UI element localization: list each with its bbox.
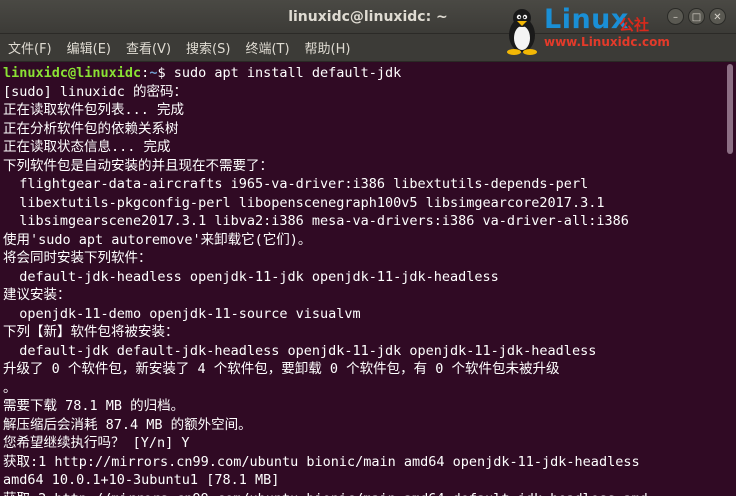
- menu-terminal[interactable]: 终端(T): [245, 38, 289, 57]
- logo-cn-text: 公社: [619, 16, 650, 34]
- menu-help[interactable]: 帮助(H): [305, 38, 351, 57]
- output-line: 获取:2 http://mirrors.cn99.com/ubuntu bion…: [3, 490, 722, 496]
- prompt-user: linuxidc@linuxidc: [3, 65, 142, 81]
- output-line: 正在分析软件包的依赖关系树: [3, 120, 179, 137]
- output-line: 使用'sudo apt autoremove'来卸载它(它们)。: [3, 231, 312, 248]
- scrollbar[interactable]: [722, 62, 736, 496]
- output-line: 升级了 0 个软件包，新安装了 4 个软件包，要卸载 0 个软件包，有 0 个软…: [3, 361, 560, 377]
- output-line: 正在读取软件包列表... 完成: [3, 102, 185, 118]
- scrollbar-thumb[interactable]: [727, 64, 733, 154]
- maximize-button[interactable]: □: [688, 8, 705, 25]
- prompt-end: $: [157, 65, 174, 81]
- output-line: flightgear-data-aircrafts i965-va-driver…: [3, 176, 589, 192]
- output-line: amd64 10.0.1+10-3ubuntu1 [78.1 MB]: [3, 472, 280, 488]
- output-line: 建议安装：: [3, 287, 71, 303]
- output-line: 下列【新】软件包将被安装：: [3, 324, 179, 340]
- close-button[interactable]: ✕: [709, 8, 726, 25]
- terminal-window: linuxidc@linuxidc: ~ – □ ✕ 文件(F) 编辑(E) 查…: [0, 0, 736, 496]
- output-line: 您希望继续执行吗？ [Y/n] Y: [3, 435, 190, 451]
- output-line: openjdk-11-demo openjdk-11-source visual…: [3, 305, 361, 322]
- logo-url: www.Linuxidc.com: [544, 35, 670, 49]
- output-line: 获取:1 http://mirrors.cn99.com/ubuntu bion…: [3, 453, 640, 470]
- output-line: libsimgearscene2017.3.1 libva2:i386 mesa…: [3, 213, 629, 229]
- menu-search[interactable]: 搜索(S): [186, 38, 230, 57]
- output-line: 。: [3, 379, 17, 396]
- terminal-output[interactable]: linuxidc@linuxidc:~$ sudo apt install de…: [0, 62, 722, 496]
- output-line: 将会同时安装下列软件：: [3, 250, 152, 266]
- menu-file[interactable]: 文件(F): [8, 38, 52, 57]
- linuxidc-logo: Linux 公社 www.Linuxidc.com: [500, 0, 675, 60]
- menu-view[interactable]: 查看(V): [126, 38, 171, 57]
- output-line: default-jdk default-jdk-headless openjdk…: [3, 342, 597, 359]
- penguin-icon: [507, 9, 537, 55]
- output-line: libextutils-pkgconfig-perl libopensceneg…: [3, 194, 605, 211]
- logo-text: Linux: [544, 4, 629, 35]
- window-controls: – □ ✕: [667, 8, 726, 25]
- output-line: 下列软件包是自动安装的并且现在不需要了：: [3, 157, 273, 174]
- menu-edit[interactable]: 编辑(E): [67, 38, 111, 57]
- prompt-line: linuxidc@linuxidc:~$ sudo apt install de…: [3, 64, 722, 83]
- output-line: default-jdk-headless openjdk-11-jdk open…: [3, 268, 499, 285]
- output-line: 解压缩后会消耗 87.4 MB 的额外空间。: [3, 416, 252, 433]
- output-line: 需要下载 78.1 MB 的归档。: [3, 398, 185, 414]
- output-line: [sudo] linuxidc 的密码：: [3, 83, 188, 100]
- command-text: sudo apt install default-jdk: [173, 65, 402, 81]
- output-line: 正在读取状态信息... 完成: [3, 139, 171, 155]
